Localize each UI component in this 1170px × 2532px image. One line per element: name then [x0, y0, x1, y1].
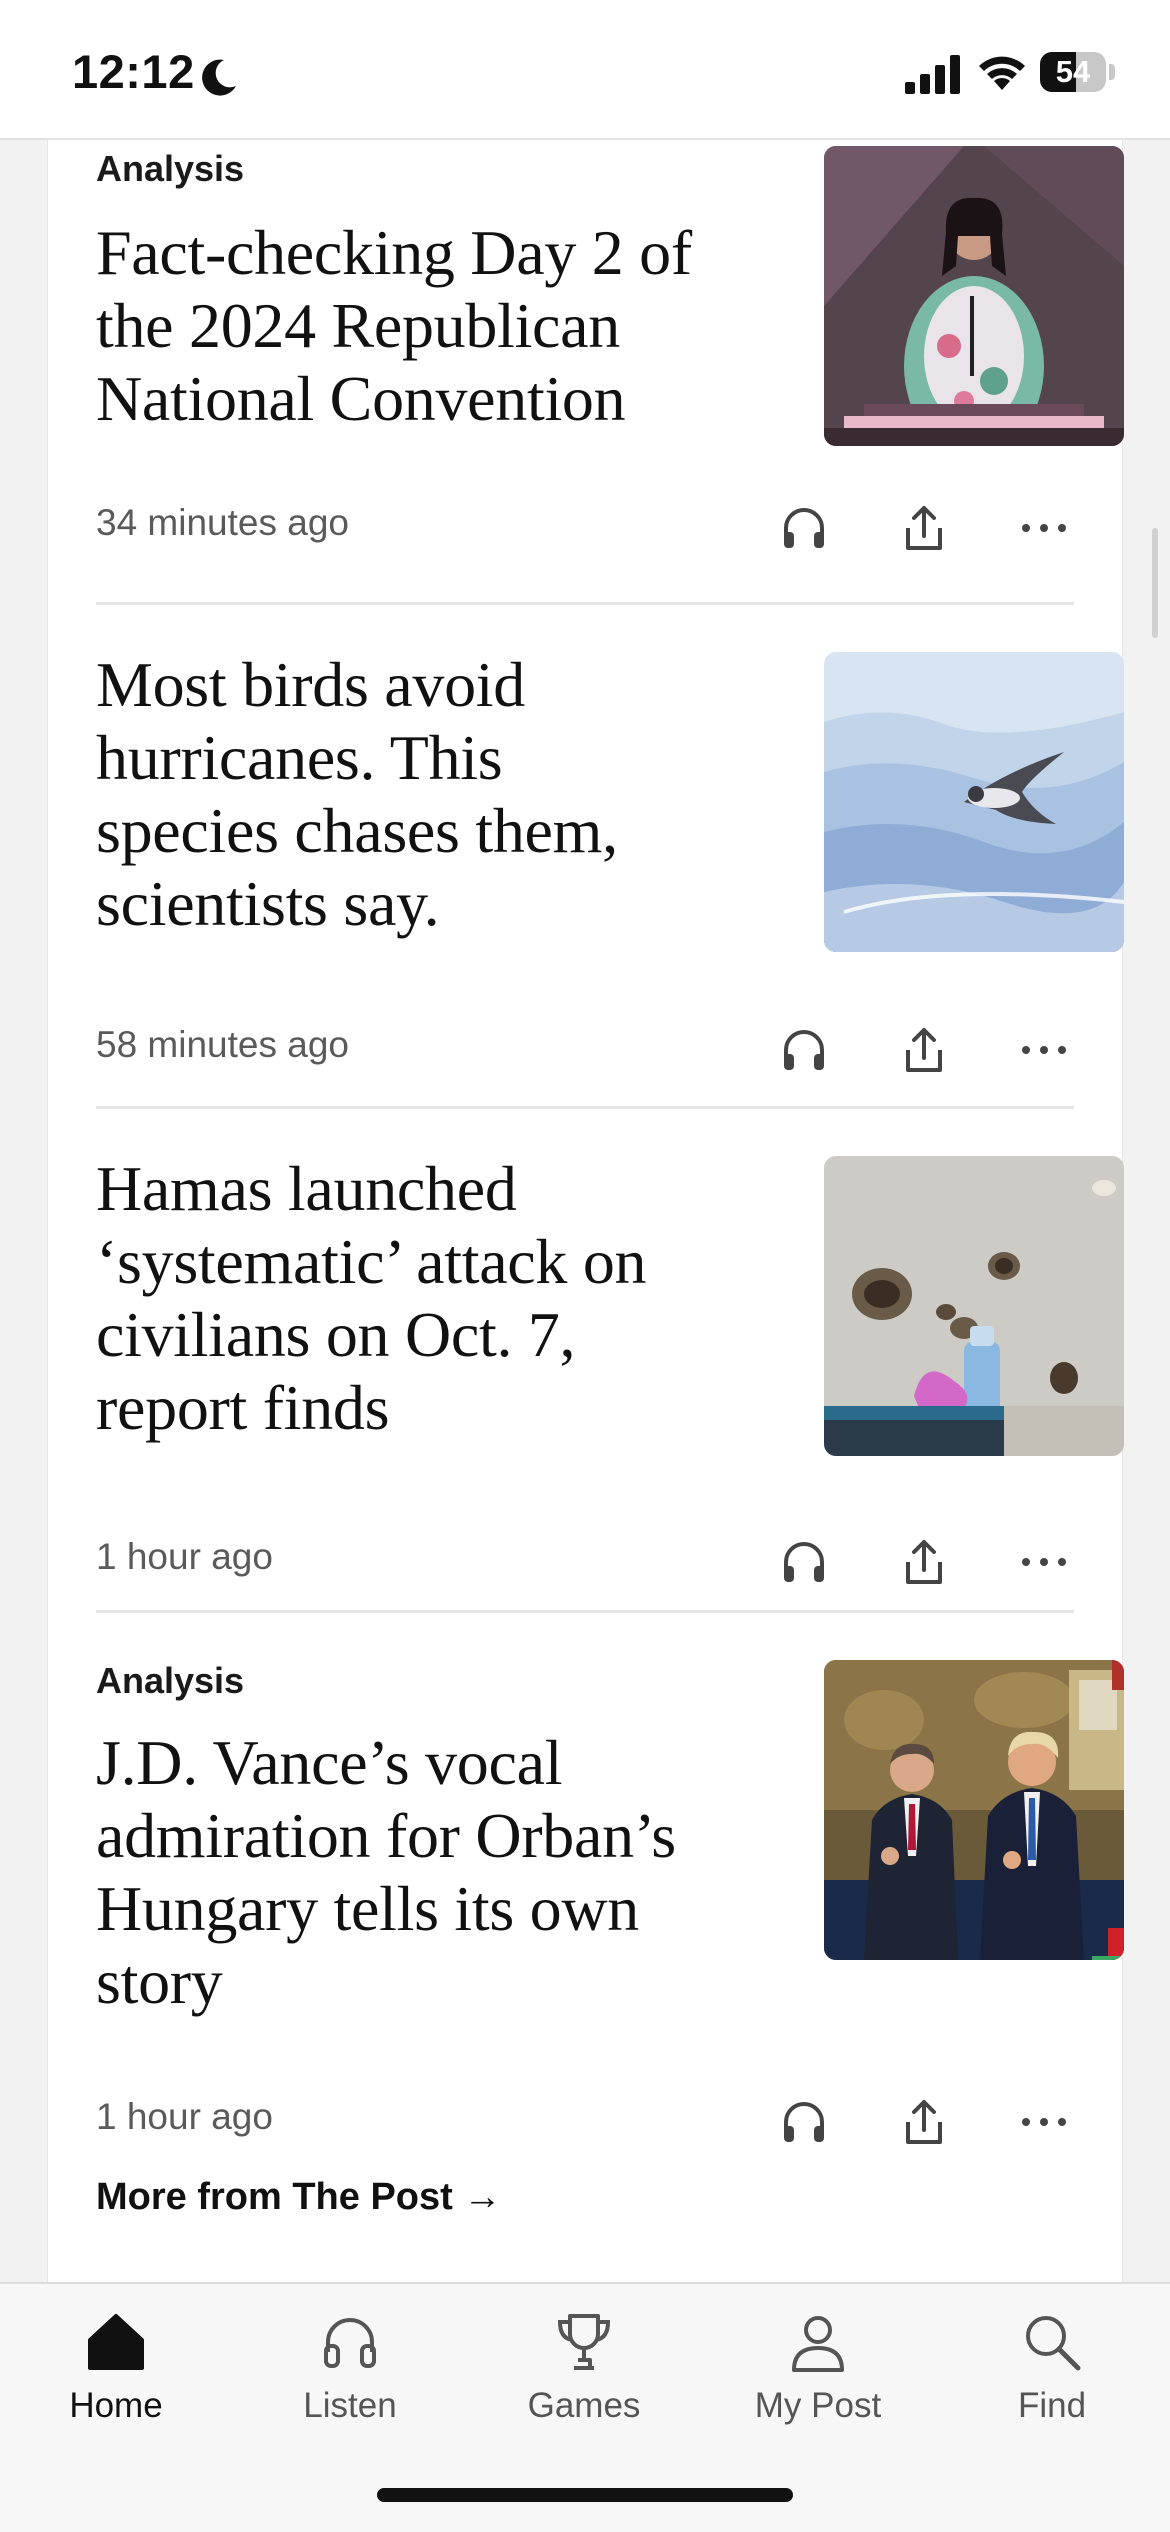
moon-icon [202, 59, 236, 96]
article-headline[interactable]: Hamas launched ‘systematic’ attack on ci… [96, 1152, 746, 1444]
headphones-icon[interactable] [776, 500, 832, 556]
headline-line: admiration for Orban’s [96, 1800, 676, 1871]
article-kicker: Analysis [96, 148, 245, 189]
battery-nub [1109, 64, 1115, 80]
headline-line: ‘systematic’ attack on [96, 1226, 647, 1297]
headphones-icon[interactable] [776, 2094, 832, 2150]
headphones-icon [324, 2318, 376, 2368]
headline-line: the 2024 Republican [96, 290, 620, 361]
status-time: 12:12 [72, 45, 195, 98]
more-icon[interactable] [1016, 1534, 1072, 1590]
tab-label: Listen [303, 2386, 397, 2425]
signal-icon [905, 55, 960, 94]
article-card[interactable]: Hamas launched ‘systematic’ attack on ci… [96, 1128, 1124, 1628]
article-image[interactable] [824, 1156, 1124, 1456]
article-headline[interactable]: Fact-checking Day 2 of the 2024 Republic… [96, 216, 746, 435]
search-icon [1026, 2316, 1081, 2371]
article-headline[interactable]: J.D. Vance’s vocal admiration for Orban’… [96, 1726, 746, 2018]
tab-label: Home [69, 2386, 163, 2425]
article-timestamp: 34 minutes ago [96, 502, 350, 543]
more-from-the-post-link[interactable]: More from The Post → [96, 2176, 501, 2219]
scrollbar[interactable] [1152, 528, 1158, 638]
more-icon[interactable] [1016, 500, 1072, 556]
headline-line: Most birds avoid [96, 649, 525, 720]
tab-label: Find [1017, 2386, 1087, 2425]
wifi-icon [979, 56, 1025, 90]
tab-games[interactable]: Games [484, 2310, 684, 2460]
tab-label: My Post [754, 2386, 882, 2425]
headline-line: hurricanes. This [96, 722, 503, 793]
article-card[interactable]: Analysis Fact-checking Day 2 of the 2024… [96, 140, 1124, 600]
tab-listen[interactable]: Listen [250, 2310, 450, 2460]
headline-line: scientists say. [96, 868, 440, 939]
home-indicator[interactable] [377, 2488, 793, 2502]
headline-line: civilians on Oct. 7, [96, 1299, 576, 1370]
share-icon[interactable] [896, 500, 952, 556]
more-icon[interactable] [1016, 1022, 1072, 1078]
person-icon [792, 2316, 844, 2372]
article-image[interactable] [824, 1660, 1124, 1960]
article-card[interactable]: Most birds avoid hurricanes. This specie… [96, 624, 1124, 1124]
article-image[interactable] [824, 652, 1124, 952]
battery-icon: 54 [1040, 52, 1106, 92]
headline-line: story [96, 1946, 223, 2017]
battery-level: 54 [1055, 54, 1091, 89]
share-icon[interactable] [896, 1022, 952, 1078]
headline-line: report finds [96, 1372, 390, 1443]
headline-line: Hamas launched [96, 1153, 517, 1224]
share-icon[interactable] [896, 1534, 952, 1590]
article-feed: Analysis Fact-checking Day 2 of the 2024… [48, 140, 1124, 2282]
headline-line: Fact-checking Day 2 of [96, 217, 692, 288]
headline-line: National Convention [96, 363, 626, 434]
headline-line: species chases them, [96, 795, 618, 866]
tab-home[interactable]: Home [16, 2310, 216, 2460]
article-timestamp: 1 hour ago [96, 1536, 273, 1577]
home-icon [88, 2314, 144, 2370]
more-icon[interactable] [1016, 2094, 1072, 2150]
divider [96, 602, 1074, 605]
trophy-icon [557, 2314, 611, 2370]
share-icon[interactable] [896, 2094, 952, 2150]
headline-line: J.D. Vance’s vocal [96, 1727, 563, 1798]
headphones-icon[interactable] [776, 1022, 832, 1078]
article-image[interactable] [824, 146, 1124, 446]
tab-find[interactable]: Find [952, 2310, 1152, 2460]
article-headline[interactable]: Most birds avoid hurricanes. This specie… [96, 648, 746, 940]
tab-my-post[interactable]: My Post [718, 2310, 918, 2460]
status-bar: 12:12 54 [0, 0, 1170, 140]
article-kicker: Analysis [96, 1660, 245, 1701]
headphones-icon[interactable] [776, 1534, 832, 1590]
article-timestamp: 58 minutes ago [96, 1024, 350, 1065]
article-timestamp: 1 hour ago [96, 2096, 273, 2137]
article-card[interactable]: Analysis J.D. Vance’s vocal admiration f… [96, 1632, 1124, 2144]
headline-line: Hungary tells its own [96, 1873, 639, 1944]
divider [96, 1106, 1074, 1109]
divider [96, 1610, 1074, 1613]
tab-label: Games [527, 2386, 641, 2425]
